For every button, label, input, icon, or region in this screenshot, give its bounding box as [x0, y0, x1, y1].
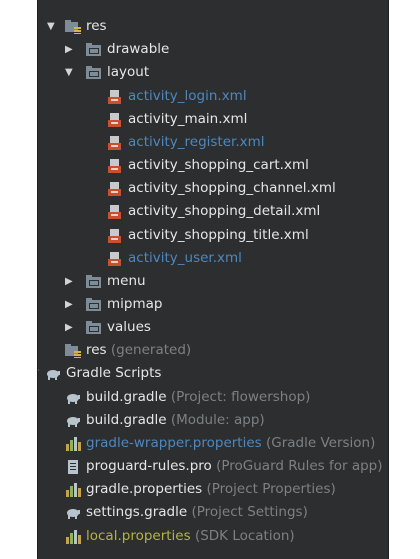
xml-file-icon: [108, 205, 121, 219]
gradle-file-icon: [67, 417, 80, 427]
expand-arrow-icon[interactable]: ▼: [47, 15, 57, 38]
file-label: activity_register.xml: [128, 134, 265, 150]
xml-file-icon: [108, 252, 121, 266]
folder-icon: [86, 321, 101, 334]
file-hint: (Gradle Version): [266, 435, 376, 451]
file-label: activity_main.xml: [128, 111, 248, 127]
collapse-arrow-icon[interactable]: ▶: [65, 270, 75, 293]
text-file-icon: [68, 460, 78, 474]
file-label: gradle.properties (Project Properties): [86, 481, 336, 497]
tree-item-label: res: [86, 18, 107, 34]
gradle-file-icon: [67, 394, 80, 404]
tree-item-file[interactable]: activity_login.xml: [38, 85, 388, 108]
collapse-arrow-icon[interactable]: ▶: [65, 316, 75, 339]
file-label: activity_shopping_cart.xml: [128, 157, 309, 173]
tree-item-res[interactable]: ▼ res: [38, 15, 388, 38]
tree-item-values[interactable]: ▶ values: [38, 316, 388, 339]
file-label: local.properties (SDK Location): [86, 528, 295, 544]
tree-item-mipmap[interactable]: ▶ mipmap: [38, 293, 388, 316]
tree-item-label: drawable: [107, 41, 170, 57]
collapse-arrow-icon[interactable]: ▶: [65, 38, 75, 61]
tree-item-file[interactable]: activity_register.xml: [38, 131, 388, 154]
tree-item-drawable[interactable]: ▶ drawable: [38, 38, 388, 61]
file-hint: (Project Settings): [191, 504, 308, 520]
file-label: build.gradle (Module: app): [86, 412, 265, 428]
properties-file-icon: [66, 437, 81, 451]
properties-file-icon: [66, 530, 81, 544]
xml-file-icon: [108, 182, 121, 196]
tree-item-label: Gradle Scripts: [66, 365, 162, 381]
tree-item-file[interactable]: activity_user.xml: [38, 247, 388, 270]
tree-item-file[interactable]: gradle-wrapper.properties (Gradle Versio…: [38, 432, 388, 455]
expand-arrow-icon[interactable]: ▼: [38, 362, 41, 385]
file-label: proguard-rules.pro (ProGuard Rules for a…: [86, 458, 383, 474]
tree-item-file[interactable]: settings.gradle (Project Settings): [38, 501, 388, 524]
folder-icon: [86, 275, 101, 288]
tree-item-file[interactable]: proguard-rules.pro (ProGuard Rules for a…: [38, 455, 388, 478]
file-label: activity_shopping_detail.xml: [128, 203, 321, 219]
folder-icon: [86, 43, 101, 56]
tree-item-file[interactable]: activity_shopping_detail.xml: [38, 200, 388, 223]
tree-item-label: values: [107, 319, 151, 335]
xml-file-icon: [108, 136, 121, 150]
tree-item-label: res (generated): [86, 342, 192, 358]
tree-item-hint: (generated): [110, 342, 192, 358]
tree-item-res-generated[interactable]: res (generated): [38, 339, 388, 362]
tree-item-file[interactable]: gradle.properties (Project Properties): [38, 478, 388, 501]
xml-file-icon: [108, 113, 121, 127]
tree-item-label: layout: [107, 64, 150, 80]
tree-item-file[interactable]: activity_main.xml: [38, 108, 388, 131]
project-tree-panel: ▼ res ▶ drawable ▼ layout activity_login…: [37, 0, 389, 559]
tree-item-file[interactable]: build.gradle (Project: flowershop): [38, 386, 388, 409]
tree-item-file[interactable]: local.properties (SDK Location): [38, 525, 388, 548]
collapse-arrow-icon[interactable]: ▶: [65, 293, 75, 316]
tree-item-file[interactable]: activity_shopping_channel.xml: [38, 177, 388, 200]
file-label: activity_user.xml: [128, 250, 242, 266]
tree-item-file[interactable]: activity_shopping_title.xml: [38, 224, 388, 247]
file-hint: (ProGuard Rules for app): [216, 458, 383, 474]
properties-file-icon: [66, 483, 81, 497]
file-hint: (Project: flowershop): [170, 389, 311, 405]
tree-item-layout[interactable]: ▼ layout: [38, 61, 388, 84]
res-folder-icon: [65, 20, 81, 34]
file-label: activity_shopping_channel.xml: [128, 180, 336, 196]
expand-arrow-icon[interactable]: ▼: [65, 61, 75, 84]
file-label: activity_login.xml: [128, 88, 247, 104]
tree-item-file[interactable]: build.gradle (Module: app): [38, 409, 388, 432]
tree-item-menu[interactable]: ▶ menu: [38, 270, 388, 293]
file-hint: (Module: app): [170, 412, 265, 428]
tree-item-file[interactable]: activity_shopping_cart.xml: [38, 154, 388, 177]
file-hint: (SDK Location): [194, 528, 295, 544]
gradle-file-icon: [67, 509, 80, 519]
file-label: settings.gradle (Project Settings): [86, 504, 308, 520]
xml-file-icon: [108, 90, 121, 104]
tree-item-label: mipmap: [107, 296, 163, 312]
folder-icon: [86, 298, 101, 311]
file-label: activity_shopping_title.xml: [128, 227, 309, 243]
gradle-elephant-icon: [47, 370, 60, 380]
tree-item-label: menu: [107, 273, 146, 289]
file-label: gradle-wrapper.properties (Gradle Versio…: [86, 435, 376, 451]
xml-file-icon: [108, 159, 121, 173]
file-hint: (Project Properties): [206, 481, 336, 497]
xml-file-icon: [108, 229, 121, 243]
tree-item-gradle-scripts[interactable]: ▼ Gradle Scripts: [38, 362, 388, 385]
folder-icon: [86, 66, 101, 79]
res-folder-icon: [65, 344, 81, 358]
file-label: build.gradle (Project: flowershop): [86, 389, 311, 405]
